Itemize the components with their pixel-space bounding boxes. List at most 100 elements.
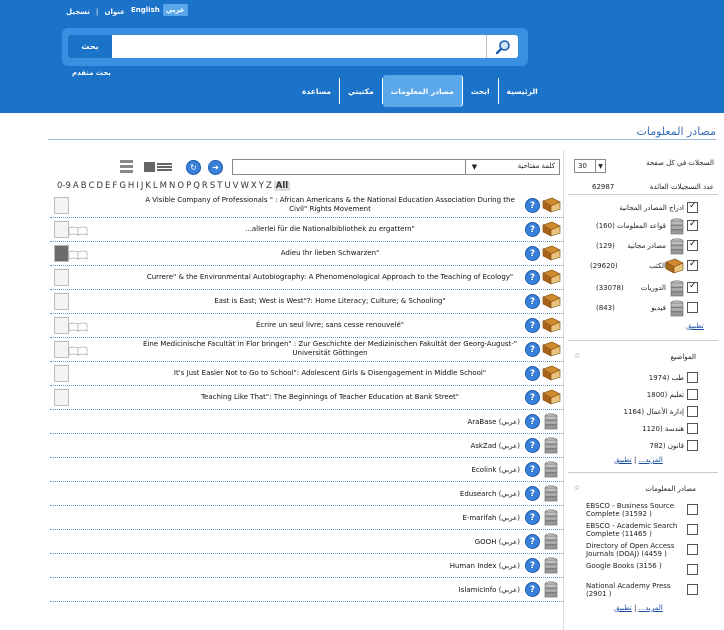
cover-thumbnail[interactable]	[54, 389, 69, 406]
help-icon[interactable]: ?	[525, 438, 540, 453]
result-row[interactable]: (عربي) E-marifah?	[50, 506, 564, 530]
subject-label[interactable]: هندسة (1120	[642, 425, 684, 433]
source-type-checkbox[interactable]	[687, 259, 698, 271]
nav-my-library[interactable]: مكتبتي	[340, 78, 383, 104]
help-icon[interactable]: ?	[525, 366, 540, 381]
alphabet-letter[interactable]: P	[186, 181, 191, 191]
database-name[interactable]: GOOH	[475, 538, 497, 546]
result-title[interactable]: It's Just Easier Not to Go to School": A…	[140, 369, 520, 378]
result-row[interactable]: Écrire un seul livre; sans cesse renouve…	[50, 314, 564, 338]
search-input[interactable]	[112, 35, 486, 58]
subject-checkbox[interactable]	[687, 440, 698, 451]
alphabet-letter[interactable]: 0-9	[57, 181, 71, 191]
sources-more-link[interactable]: المزيد...	[639, 604, 663, 612]
source-label[interactable]: Google Books (3156 )	[586, 562, 682, 570]
subject-checkbox[interactable]	[687, 423, 698, 434]
help-icon[interactable]: ?	[525, 318, 540, 333]
result-title[interactable]: (عربي) E-marifah	[320, 514, 520, 523]
database-name[interactable]: Edusearch	[460, 490, 497, 498]
result-title[interactable]: (عربي) AskZad	[320, 442, 520, 451]
alphabet-letter[interactable]: R	[202, 181, 208, 191]
help-icon[interactable]: ?	[525, 462, 540, 477]
alphabet-letter[interactable]: J	[141, 181, 144, 191]
database-name[interactable]: IslamicInfo	[459, 586, 497, 594]
result-row[interactable]: (عربي) AskZad?	[50, 434, 564, 458]
source-checkbox[interactable]	[687, 544, 698, 555]
alphabet-letter[interactable]: K	[145, 181, 151, 191]
result-title[interactable]: Currere" & the Environmental Autobiograp…	[140, 273, 520, 282]
detail-view-icon[interactable]	[144, 162, 172, 172]
alphabet-letter[interactable]: Z	[266, 181, 272, 191]
alphabet-letter[interactable]: G	[119, 181, 126, 191]
source-checkbox[interactable]	[687, 504, 698, 515]
source-label[interactable]: Directory of Open Access Journals (DOAJ)…	[586, 542, 682, 558]
alphabet-letter[interactable]: L	[153, 181, 158, 191]
database-name[interactable]: Human Index	[450, 562, 497, 570]
subject-checkbox[interactable]	[687, 372, 698, 383]
result-title[interactable]: (عربي) Ecolink	[320, 466, 520, 475]
alphabet-letter[interactable]: I	[136, 181, 139, 191]
result-title[interactable]: East is East; West is West"?: Home Liter…	[140, 297, 520, 306]
list-view-icon[interactable]	[120, 160, 133, 173]
help-icon[interactable]: ?	[525, 390, 540, 405]
result-title[interactable]: (عربي) Edusearch	[320, 490, 520, 499]
help-icon[interactable]: ?	[525, 198, 540, 213]
register-link[interactable]: تسجيل	[66, 8, 90, 16]
cover-thumbnail[interactable]	[54, 317, 69, 334]
result-row[interactable]: (عربي) Human Index?	[50, 554, 564, 578]
cover-thumbnail[interactable]	[54, 293, 69, 310]
sources-apply-link[interactable]: تطبيق	[614, 604, 632, 612]
source-checkbox[interactable]	[687, 524, 698, 535]
subject-label[interactable]: طب (1974	[649, 374, 684, 382]
help-icon[interactable]: ?	[525, 510, 540, 525]
cover-thumbnail[interactable]	[54, 269, 69, 286]
alphabet-letter[interactable]: H	[128, 181, 134, 191]
apply-types-link[interactable]: تطبيق	[686, 322, 704, 330]
alphabet-letter[interactable]: N	[169, 181, 175, 191]
subject-label[interactable]: قانون (782	[649, 442, 684, 450]
help-icon[interactable]: ?	[525, 558, 540, 573]
subject-label[interactable]: إدارة الأعمال (1164	[624, 408, 684, 416]
result-row[interactable]: It's Just Easier Not to Go to School": A…	[50, 362, 564, 386]
source-checkbox[interactable]	[687, 564, 698, 575]
source-label[interactable]: EBSCO - Academic Search Complete (11465 …	[586, 522, 682, 538]
cover-thumbnail[interactable]	[54, 245, 69, 262]
go-arrow-icon[interactable]: ➜	[208, 160, 223, 175]
collapse-star-icon[interactable]: ☆	[574, 352, 580, 360]
nav-help[interactable]: مساعدة	[294, 78, 340, 104]
result-title[interactable]: (عربي) Human Index	[320, 562, 520, 571]
result-row[interactable]: A Visible Company of Professionals " : A…	[50, 194, 564, 218]
help-icon[interactable]: ?	[525, 486, 540, 501]
lang-english[interactable]: English	[131, 6, 160, 14]
result-row[interactable]: ...allerlei für die Nationalbibliothek z…	[50, 218, 564, 242]
source-type-checkbox[interactable]	[687, 302, 698, 313]
help-icon[interactable]: ?	[525, 270, 540, 285]
alphabet-letter[interactable]: M	[160, 181, 167, 191]
subjects-more-link[interactable]: المزيد...	[639, 456, 663, 464]
magnifier-icon[interactable]	[486, 35, 518, 58]
result-title[interactable]: Écrire un seul livre; sans cesse renouve…	[140, 321, 520, 330]
collapse-star-icon[interactable]: ☆	[574, 484, 580, 492]
help-icon[interactable]: ?	[525, 294, 540, 309]
result-row[interactable]: (عربي) AraBase?	[50, 410, 564, 434]
result-title[interactable]: A Visible Company of Professionals " : A…	[140, 196, 520, 214]
alphabet-letter[interactable]: Q	[193, 181, 200, 191]
result-row[interactable]: East is East; West is West"?: Home Liter…	[50, 290, 564, 314]
advanced-search-link[interactable]: بحث متقدم	[72, 69, 111, 77]
alphabet-letter[interactable]: T	[217, 181, 222, 191]
alphabet-letter[interactable]: D	[97, 181, 104, 191]
subject-checkbox[interactable]	[687, 389, 698, 400]
result-row[interactable]: Teaching Like That": The Beginnings of T…	[50, 386, 564, 410]
cover-thumbnail[interactable]	[54, 197, 69, 214]
help-icon[interactable]: ?	[525, 222, 540, 237]
alphabet-letter[interactable]: C	[89, 181, 95, 191]
database-name[interactable]: Ecolink	[472, 466, 497, 474]
alphabet-letter[interactable]: O	[177, 181, 184, 191]
database-name[interactable]: E-marifah	[462, 514, 496, 522]
alphabet-letter[interactable]: W	[241, 181, 249, 191]
result-row[interactable]: Eine Medicinische Facultät in Flor bring…	[50, 338, 564, 362]
subject-label[interactable]: تعليم (1800	[647, 391, 684, 399]
result-title[interactable]: ...allerlei für die Nationalbibliothek z…	[140, 225, 520, 234]
result-row[interactable]: (عربي) Edusearch?	[50, 482, 564, 506]
search-button[interactable]: بحث	[68, 35, 112, 58]
